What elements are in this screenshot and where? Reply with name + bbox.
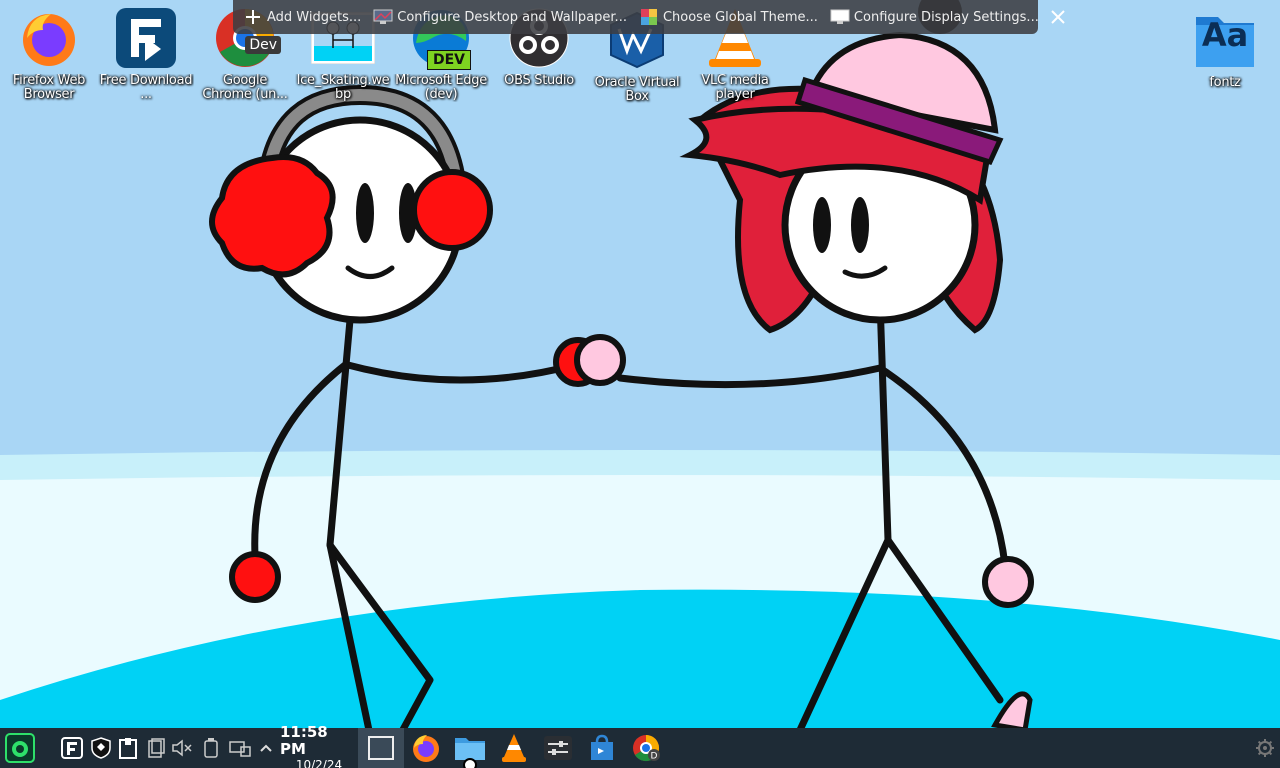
desktop-icon-label: OBS Studio [504,74,574,88]
close-icon[interactable] [1051,7,1065,27]
volume-muted-icon[interactable] [170,728,196,768]
taskbar-firefox[interactable] [406,728,446,768]
desktop-icon-label: Firefox Web Browser [12,74,86,102]
desktop-icon-label: Microsoft Edge (dev) [395,74,487,102]
display-settings-label: Configure Display Settings... [853,9,1039,25]
font-glyph: Aa [1201,16,1249,54]
desktop-icon-label: Google Chrome (un... [202,74,288,102]
display-settings-button[interactable]: Configure Display Settings... [830,7,1039,27]
desktop-wallpaper-icon [373,7,393,27]
monitor-icon [830,7,850,27]
chevron-up-icon[interactable] [256,728,276,768]
clock-date: 10/2/24 [295,758,343,768]
plus-icon [243,7,263,27]
free-download-manager-tray-icon[interactable] [58,728,86,768]
desktop-icon-label: Free Download ... [99,74,193,102]
application-launcher-button[interactable] [3,728,37,768]
digital-clock[interactable]: 11:58 PM 10/2/24 [280,724,358,768]
global-theme-label: Choose Global Theme... [662,9,818,25]
firefox-icon [17,6,81,70]
vlc-icon [502,734,526,762]
launcher-icon [5,733,35,763]
shield-icon[interactable] [88,728,114,768]
desktop-icon-label: Oracle Virtual Box [594,76,680,104]
add-widgets-button[interactable]: Add Widgets... [243,7,361,27]
taskbar-system-settings[interactable] [538,728,578,768]
display-config-icon[interactable] [227,728,253,768]
desktop-icon-label: Ice_Skating.webp [296,74,390,102]
free-download-manager-icon [114,6,178,70]
configure-desktop-button[interactable]: Configure Desktop and Wallpaper... [373,7,627,27]
font-folder-icon: Aa [1193,8,1257,72]
taskbar-file-manager[interactable] [450,728,490,768]
panel-settings-gear-icon[interactable] [1252,728,1278,768]
clipboard-icon[interactable] [144,728,168,768]
active-indicator [463,758,477,768]
global-theme-button[interactable]: Choose Global Theme... [639,7,818,27]
desktop-icon-label: fontz [1209,76,1241,90]
battery-icon[interactable] [200,728,222,768]
desktop-toolbox: Add Widgets... Configure Desktop and Wal… [233,0,1065,34]
taskbar: 11:58 PM 10/2/24 D [0,724,1280,768]
desktop-icon-label: VLC media player [701,74,769,102]
clock-time: 11:58 PM [280,723,328,758]
store-bag-icon [591,734,613,760]
taskbar-vlc[interactable] [494,728,534,768]
desktop-icon-firefox[interactable]: Firefox Web Browser [1,6,97,102]
desktop-icon-fontz[interactable]: Aa fontz [1177,8,1273,90]
taskbar-chrome-dev[interactable]: D [626,728,666,768]
dev-badge: Dev [245,36,281,54]
firefox-icon [413,735,439,762]
palette-icon [639,7,659,27]
show-desktop-button[interactable] [358,728,404,768]
chrome-dev-icon: D [633,734,660,762]
wallpaper [0,0,1280,768]
svg-text:D: D [651,752,658,762]
show-desktop-icon [368,736,394,760]
package-icon[interactable] [116,728,140,768]
settings-sliders-icon [544,736,572,760]
desktop[interactable]: Firefox Web Browser Free Download ... De… [0,0,1280,768]
dev-badge: DEV [427,50,472,70]
taskbar-software-store[interactable] [582,728,622,768]
add-widgets-label: Add Widgets... [267,9,362,25]
desktop-icon-free-download-manager[interactable]: Free Download ... [98,6,194,102]
configure-desktop-label: Configure Desktop and Wallpaper... [397,9,627,25]
